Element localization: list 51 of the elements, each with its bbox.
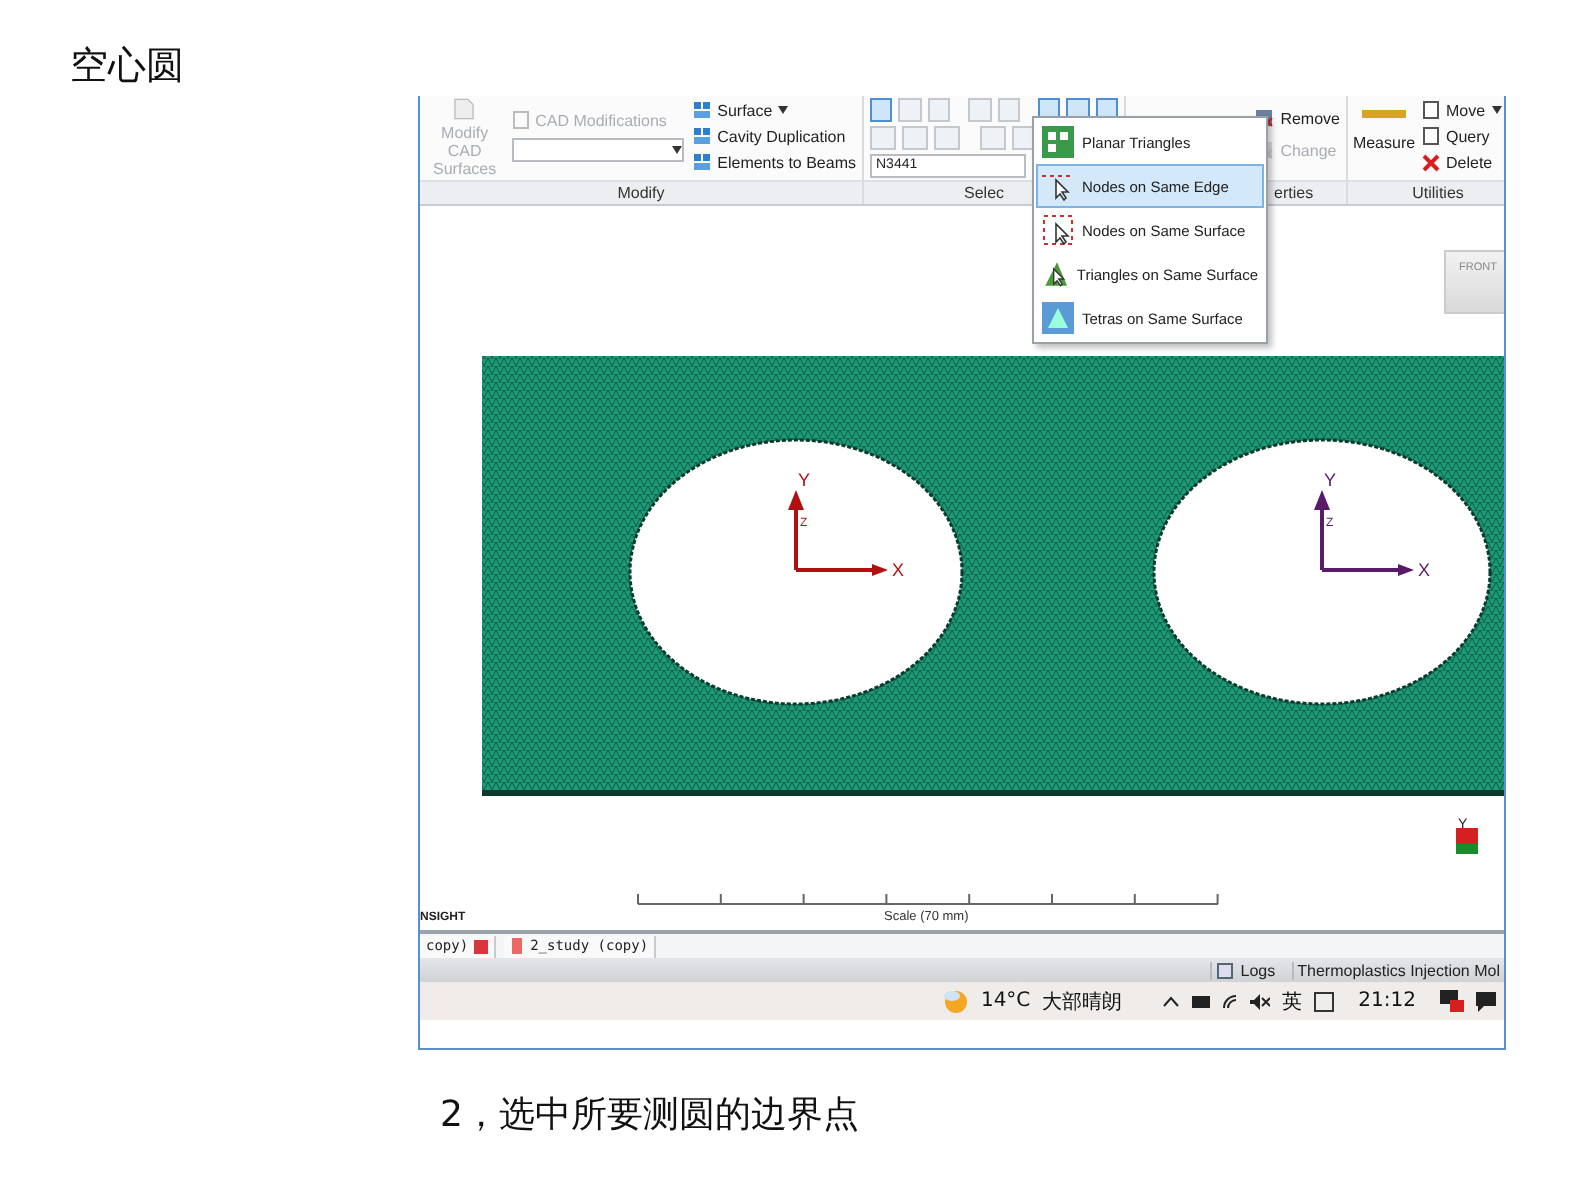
ribbon-tool-button[interactable]: Surface	[691, 98, 856, 122]
caption: 2，选中所要测圆的边界点	[440, 1092, 859, 1138]
clock-time: 21:12	[1358, 990, 1416, 1012]
ribbon-tool-button[interactable]: Cavity Duplication	[691, 124, 856, 148]
log-icon	[1216, 961, 1235, 979]
tool-icon	[691, 152, 712, 172]
selection-tool-button[interactable]	[968, 98, 991, 122]
selection-tool-button[interactable]	[902, 126, 928, 150]
selection-tool-button[interactable]	[898, 98, 922, 122]
ruler-icon	[1362, 110, 1406, 118]
notification-icon	[1440, 990, 1464, 1012]
delete-icon	[1422, 153, 1440, 171]
caret-icon	[671, 146, 682, 154]
heading: 空心圆	[70, 42, 184, 92]
selection-tool-button[interactable]	[927, 98, 950, 122]
dropdown-field[interactable]	[511, 138, 684, 162]
tool-icon	[691, 126, 712, 146]
input-method[interactable]: 英	[1282, 987, 1303, 1015]
edge-nodes-icon	[1042, 170, 1074, 202]
selection-tool-button[interactable]	[980, 126, 1006, 150]
battery-icon	[1192, 995, 1211, 1007]
selection-tool-button[interactable]	[997, 98, 1020, 122]
speaker-muted-icon	[1250, 993, 1271, 1009]
group-label: Modify	[420, 180, 862, 204]
grid-icon	[1042, 126, 1074, 158]
selection-tool-button[interactable]	[870, 98, 893, 122]
chevron-up-icon	[1162, 995, 1181, 1007]
measure-button[interactable]: Measure	[1354, 98, 1414, 178]
selection-tool-button[interactable]	[870, 126, 896, 150]
wifi-icon	[1222, 993, 1239, 1009]
surface-nodes-icon	[1042, 214, 1074, 246]
group-label: Utilities	[1348, 180, 1504, 204]
weather-text: 大部晴朗	[1042, 989, 1123, 1015]
ribbon-tool-button[interactable]: Elements to Beams	[691, 150, 856, 174]
status-item[interactable]: Thermoplastics Injection Mol	[1291, 961, 1504, 979]
triangles-icon	[1042, 258, 1069, 290]
ribbon-tool-button[interactable]: Move	[1422, 98, 1502, 122]
status-item[interactable]: Logs	[1210, 961, 1280, 979]
tool-icon	[691, 100, 712, 120]
document-icon	[511, 110, 530, 130]
tetras-icon	[1042, 302, 1074, 334]
ribbon-tool-button[interactable]: Query	[1422, 124, 1502, 148]
chat-icon	[1476, 991, 1496, 1011]
ribbon-tool-button[interactable]: Delete	[1422, 150, 1502, 174]
moon-cloud-icon	[942, 988, 969, 1014]
temperature: 14°C	[980, 990, 1031, 1012]
caret-icon	[1491, 106, 1502, 114]
file-icon	[510, 938, 525, 954]
caret-icon	[778, 106, 789, 114]
close-icon[interactable]	[474, 939, 489, 953]
selection-tool-button[interactable]	[934, 126, 960, 150]
